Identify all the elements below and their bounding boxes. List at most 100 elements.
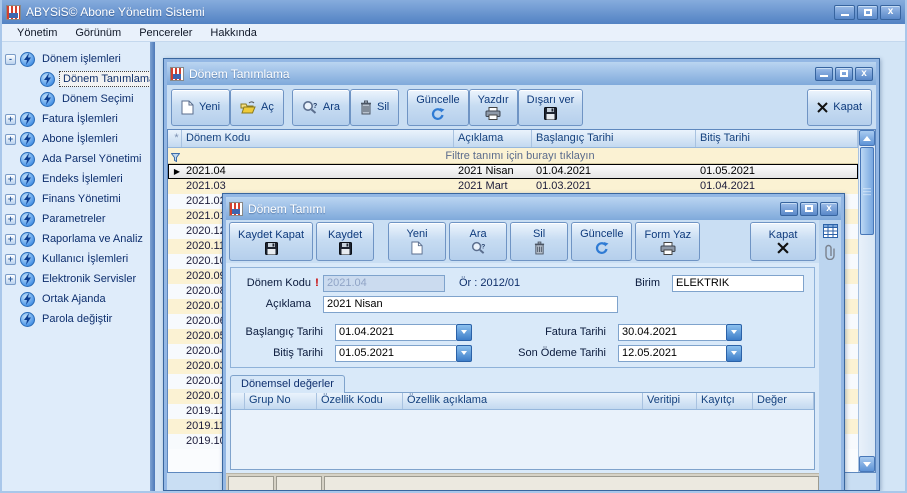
column-header[interactable]: Başlangıç Tarihi: [532, 130, 696, 147]
table-row[interactable]: ▶ 2021.04 2021 Nisan 01.04.2021 01.05.20…: [168, 164, 858, 179]
son-odeme-date-field[interactable]: [618, 344, 726, 362]
column-header[interactable]: Özellik Kodu: [317, 393, 403, 409]
sidebar-item[interactable]: Ortak Ajanda: [2, 289, 150, 309]
baslangic-dropdown-icon[interactable]: [456, 323, 472, 341]
lightning-icon: [20, 291, 35, 307]
column-header[interactable]: Değer: [753, 393, 814, 409]
sidebar-item[interactable]: + Kullanıcı İşlemleri: [2, 249, 150, 269]
scrollbar-thumb[interactable]: — — —: [860, 147, 874, 235]
save-close-button[interactable]: Kaydet Kapat: [229, 222, 314, 261]
scroll-down-button[interactable]: [859, 456, 875, 472]
dialog-title-bar[interactable]: Dönem Tanımı x: [226, 197, 841, 220]
column-header[interactable]: Kayıtçı: [697, 393, 753, 409]
sidebar-item[interactable]: Ada Parsel Yönetimi: [2, 149, 150, 169]
periodic-values-panel: Grup No Özellik Kodu Özellik açıklama Ve…: [230, 392, 815, 470]
vertical-scrollbar[interactable]: — — —: [858, 130, 875, 472]
dialog-close-button[interactable]: x: [820, 201, 838, 216]
maximize-button[interactable]: [857, 4, 878, 20]
expand-toggle-icon[interactable]: -: [5, 53, 16, 65]
aciklama-field[interactable]: [323, 295, 618, 313]
expand-toggle-icon[interactable]: +: [5, 133, 16, 145]
table-row[interactable]: ▶ 2021.03 2021 Mart 01.03.2021 01.04.202…: [168, 179, 858, 194]
window-title-bar[interactable]: Dönem Tanımlama x: [167, 62, 876, 85]
sidebar-item[interactable]: + Endeks İşlemleri: [2, 169, 150, 189]
close-window-button[interactable]: Kapat: [807, 88, 872, 126]
birim-label: Birim: [634, 277, 660, 289]
bottom-button[interactable]: [228, 476, 274, 490]
column-header[interactable]: Veritipi: [643, 393, 697, 409]
expand-toggle-icon[interactable]: +: [5, 113, 16, 125]
printer-icon: [485, 107, 501, 120]
search-button[interactable]: ? Ara: [291, 88, 350, 126]
donem-kodu-field[interactable]: [323, 274, 445, 292]
column-header[interactable]: Bitiş Tarihi: [696, 130, 858, 147]
sidebar-item[interactable]: - Dönem işlemleri: [2, 49, 150, 69]
lightning-icon: [20, 311, 35, 327]
baslangic-date-field[interactable]: [335, 323, 456, 341]
dialog-icon: [229, 201, 243, 216]
sidebar-item[interactable]: + Elektronik Servisler: [2, 269, 150, 289]
delete-button[interactable]: Sil: [510, 222, 569, 261]
grid-corner-icon[interactable]: *: [168, 130, 182, 147]
dialog-maximize-button[interactable]: [800, 201, 818, 216]
export-button[interactable]: Dışarı ver: [517, 88, 584, 126]
print-button[interactable]: Yazdır: [468, 88, 518, 126]
expand-toggle-icon[interactable]: +: [5, 173, 16, 185]
bitis-dropdown-icon[interactable]: [456, 344, 472, 362]
column-header[interactable]: Dönem Kodu: [182, 130, 454, 147]
close-button[interactable]: x: [880, 4, 901, 20]
bitis-date-field[interactable]: [335, 344, 456, 362]
tab-donemsel-degerler[interactable]: Dönemsel değerler: [230, 375, 345, 393]
refresh-icon: [431, 107, 445, 121]
paperclip-icon[interactable]: [825, 244, 835, 260]
expand-toggle-icon[interactable]: +: [5, 213, 16, 225]
sidebar-item[interactable]: + Fatura İşlemleri: [2, 109, 150, 129]
new-document-icon: [181, 100, 194, 115]
sidebar-item[interactable]: Parola değiştir: [2, 309, 150, 329]
new-button[interactable]: Yeni: [171, 88, 231, 126]
column-header[interactable]: Açıklama: [454, 130, 532, 147]
search-button[interactable]: Ara ?: [449, 222, 508, 261]
grid-filter-row[interactable]: Filtre tanımı için burayı tıklayın: [168, 148, 858, 164]
lightning-icon: [20, 251, 35, 267]
window-minimize-button[interactable]: [815, 66, 833, 81]
fatura-date-field[interactable]: [618, 323, 726, 341]
window-close-button[interactable]: x: [855, 66, 873, 81]
refresh-button[interactable]: Güncelle: [571, 222, 633, 261]
menu-item[interactable]: Pencereler: [130, 26, 201, 40]
menu-item[interactable]: Yönetim: [8, 26, 66, 40]
minimize-button[interactable]: [834, 4, 855, 20]
expand-toggle-icon[interactable]: +: [5, 193, 16, 205]
open-button[interactable]: Aç: [230, 88, 284, 126]
delete-button[interactable]: Sil: [349, 88, 400, 126]
refresh-button[interactable]: Güncelle: [407, 88, 469, 126]
table-view-icon[interactable]: [822, 224, 838, 238]
print-form-button[interactable]: Form Yaz: [635, 222, 701, 261]
column-header[interactable]: Grup No: [245, 393, 317, 409]
sidebar-item[interactable]: + Abone İşlemleri: [2, 129, 150, 149]
expand-toggle-icon[interactable]: +: [5, 253, 16, 265]
menu-item[interactable]: Hakkında: [201, 26, 265, 40]
grid-header-row: * Dönem Kodu Açıklama Başlangıç Tarihi B…: [168, 130, 858, 148]
bottom-button[interactable]: [276, 476, 322, 490]
sidebar-item[interactable]: + Finans Yönetimi: [2, 189, 150, 209]
close-dialog-button[interactable]: Kapat: [750, 222, 816, 261]
window-maximize-button[interactable]: [835, 66, 853, 81]
sidebar-splitter[interactable]: [150, 42, 155, 491]
new-button[interactable]: Yeni: [388, 222, 447, 261]
expand-toggle-icon[interactable]: +: [5, 233, 16, 245]
sidebar-item[interactable]: + Raporlama ve Analiz: [2, 229, 150, 249]
birim-field[interactable]: [672, 274, 804, 292]
expand-toggle-icon[interactable]: +: [5, 273, 16, 285]
menu-item[interactable]: Görünüm: [66, 26, 130, 40]
fatura-dropdown-icon[interactable]: [726, 323, 742, 341]
scroll-up-button[interactable]: [859, 130, 875, 146]
save-button[interactable]: Kaydet: [316, 222, 375, 261]
sidebar-item[interactable]: Dönem Seçimi: [22, 89, 150, 109]
column-header[interactable]: Özellik açıklama: [403, 393, 643, 409]
sidebar-item[interactable]: Dönem Tanımlama: [22, 69, 150, 89]
lightning-icon: [20, 191, 35, 207]
dialog-minimize-button[interactable]: [780, 201, 798, 216]
son-odeme-dropdown-icon[interactable]: [726, 344, 742, 362]
sidebar-item[interactable]: + Parametreler: [2, 209, 150, 229]
